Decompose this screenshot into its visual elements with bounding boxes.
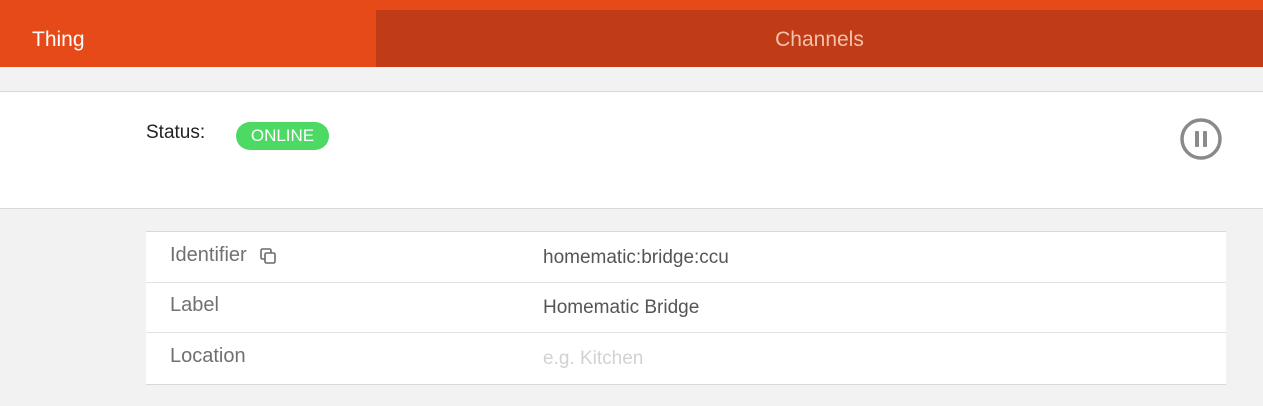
- pause-circle-icon: [1180, 118, 1222, 160]
- label-key: Label: [170, 294, 219, 316]
- tab-thing[interactable]: Thing: [0, 0, 376, 67]
- thing-properties-table: Identifier homematic:bridge:ccu Label Ho…: [146, 231, 1226, 385]
- copy-icon[interactable]: [259, 247, 277, 265]
- tab-bar: Thing Channels: [0, 0, 1263, 67]
- label-value: Homematic Bridge: [543, 297, 700, 318]
- identifier-row: Identifier homematic:bridge:ccu: [146, 232, 1226, 283]
- identifier-label: Identifier: [170, 244, 247, 266]
- location-key: Location: [170, 345, 246, 367]
- status-label: Status:: [146, 122, 206, 143]
- identifier-key: Identifier: [170, 244, 277, 267]
- tab-thing-label: Thing: [32, 27, 85, 51]
- identifier-value: homematic:bridge:ccu: [543, 247, 729, 268]
- status-card: Status: ONLINE: [0, 91, 1263, 209]
- location-input[interactable]: [543, 346, 1183, 372]
- label-row: Label Homematic Bridge: [146, 282, 1226, 333]
- pause-button[interactable]: [1179, 117, 1223, 161]
- status-badge: ONLINE: [236, 122, 329, 150]
- tab-channels-label: Channels: [775, 27, 864, 51]
- location-row: Location: [146, 333, 1226, 383]
- tab-channels[interactable]: Channels: [376, 10, 1263, 67]
